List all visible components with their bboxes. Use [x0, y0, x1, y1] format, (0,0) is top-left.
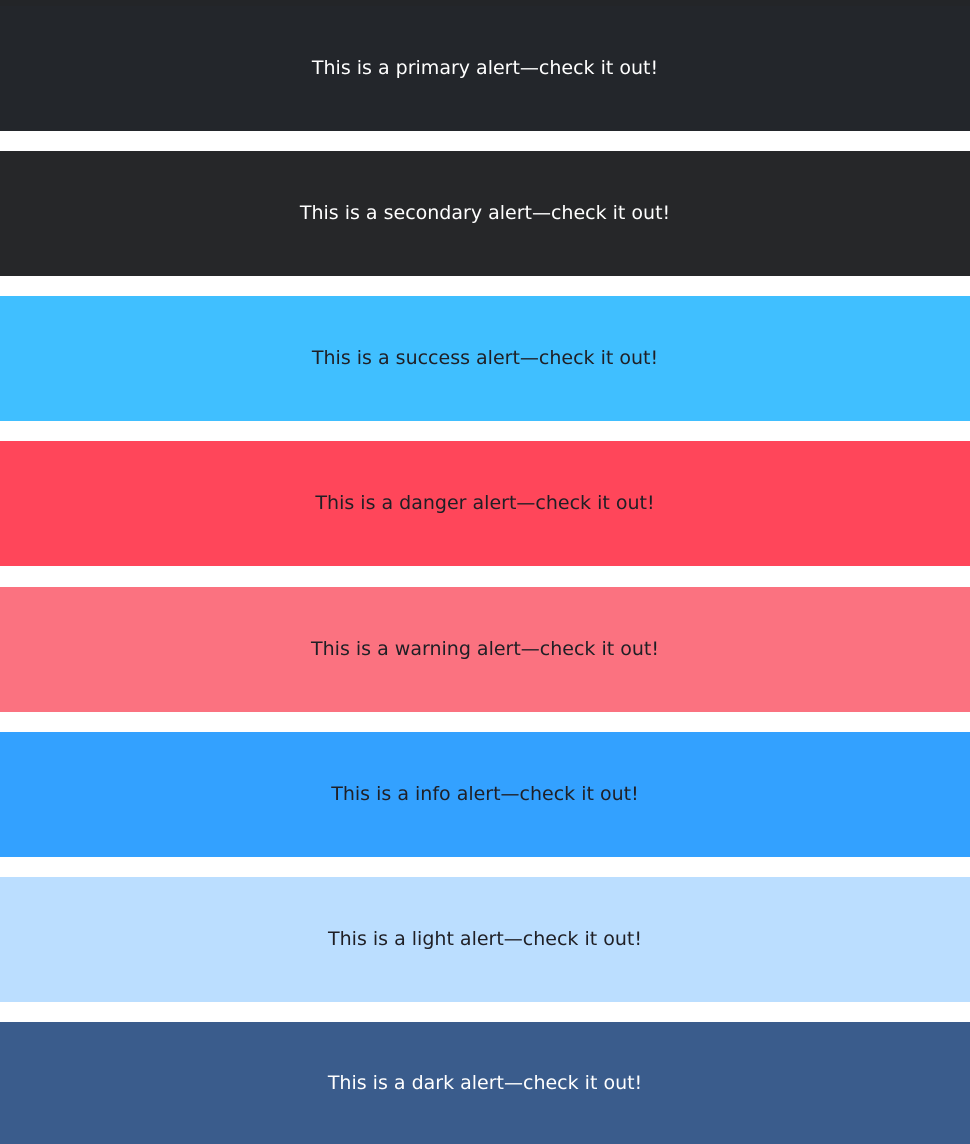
- alert-light: This is a light alert—check it out!: [0, 877, 970, 1002]
- alert-secondary-text: This is a secondary alert—check it out!: [299, 202, 671, 224]
- alert-success-text: This is a success alert—check it out!: [311, 347, 659, 369]
- alert-dark: This is a dark alert—check it out!: [0, 1022, 970, 1144]
- alert-dark-text: This is a dark alert—check it out!: [327, 1071, 643, 1094]
- alert-success: This is a success alert—check it out!: [0, 296, 970, 421]
- alert-danger: This is a danger alert—check it out!: [0, 441, 970, 566]
- alert-warning-text: This is a warning alert—check it out!: [311, 638, 659, 660]
- alert-primary-text: This is a primary alert—check it out!: [311, 57, 659, 79]
- alert-danger-text: This is a danger alert—check it out!: [315, 492, 655, 514]
- alert-info-text: This is a info alert—check it out!: [331, 783, 639, 805]
- alert-info: This is a info alert—check it out!: [0, 732, 970, 857]
- alert-secondary: This is a secondary alert—check it out!: [0, 151, 970, 276]
- alert-primary: This is a primary alert—check it out!: [0, 6, 970, 131]
- alert-light-text: This is a light alert—check it out!: [328, 928, 642, 950]
- alerts-list: This is a primary alert—check it out! Th…: [0, 0, 970, 1144]
- alert-warning: This is a warning alert—check it out!: [0, 587, 970, 712]
